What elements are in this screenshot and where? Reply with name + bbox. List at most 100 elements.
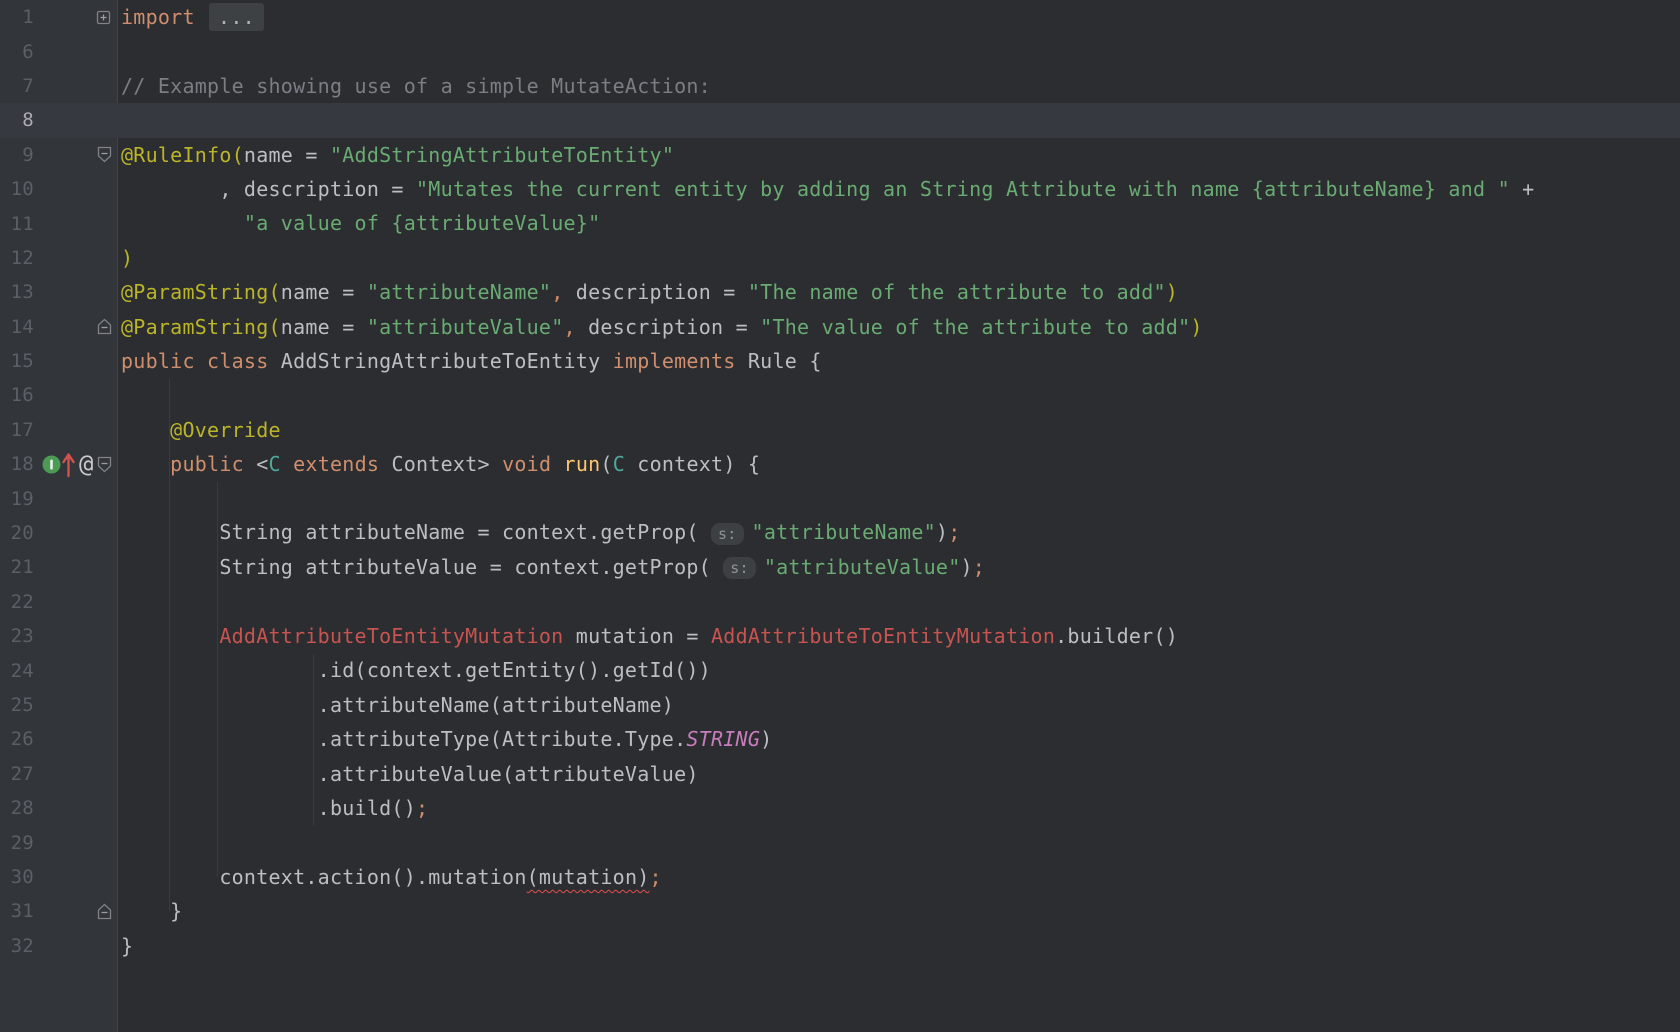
code-line[interactable]: 32} <box>0 929 1680 963</box>
code-line[interactable]: 20 String attributeName = context.getPro… <box>0 516 1680 550</box>
code-line[interactable]: 30 context.action().mutation(mutation); <box>0 860 1680 894</box>
line-number[interactable]: 9 <box>0 144 34 166</box>
code-text[interactable]: String attributeName = context.getProp( … <box>119 515 961 551</box>
line-number[interactable]: 23 <box>0 625 34 647</box>
code-line[interactable]: 28 .build(); <box>0 791 1680 825</box>
gutter[interactable]: 19 <box>0 481 119 515</box>
line-number[interactable]: 6 <box>0 41 34 63</box>
code-text[interactable]: .attributeName(attributeName) <box>119 688 674 722</box>
gutter[interactable]: 25 <box>0 688 119 722</box>
line-number[interactable]: 22 <box>0 591 34 613</box>
annotation-at-icon[interactable]: @ <box>79 452 93 476</box>
code-line[interactable]: 26 .attributeType(Attribute.Type.STRING) <box>0 722 1680 756</box>
code-line[interactable]: 10 , description = "Mutates the current … <box>0 172 1680 206</box>
line-number[interactable]: 1 <box>0 6 34 28</box>
line-number[interactable]: 16 <box>0 384 34 406</box>
gutter[interactable]: 16 <box>0 378 119 412</box>
line-number[interactable]: 15 <box>0 350 34 372</box>
fold-end-icon[interactable] <box>96 902 113 921</box>
code-text[interactable]: context.action().mutation(mutation); <box>119 860 662 894</box>
code-line[interactable]: 19 <box>0 481 1680 515</box>
gutter[interactable]: 12 <box>0 241 119 275</box>
line-number[interactable]: 26 <box>0 728 34 750</box>
gutter[interactable]: 15 <box>0 344 119 378</box>
line-number[interactable]: 13 <box>0 281 34 303</box>
code-text[interactable]: @ParamString(name = "attributeName", des… <box>119 275 1178 309</box>
line-number[interactable]: 14 <box>0 316 34 338</box>
gutter[interactable]: 24 <box>0 653 119 687</box>
fold-end-icon[interactable] <box>96 317 113 336</box>
fold-expand-icon[interactable] <box>96 10 111 25</box>
code-line[interactable]: 25 .attributeName(attributeName) <box>0 688 1680 722</box>
gutter[interactable]: 10 <box>0 172 119 206</box>
code-text[interactable]: "a value of {attributeValue}" <box>119 206 600 240</box>
code-line[interactable]: 22 <box>0 585 1680 619</box>
line-number[interactable]: 31 <box>0 900 34 922</box>
code-lines[interactable]: 1 import ... 6 7 // Example showing use of a… <box>0 0 1680 1032</box>
line-number[interactable]: 12 <box>0 247 34 269</box>
gutter[interactable]: 29 <box>0 825 119 859</box>
line-number[interactable]: 27 <box>0 763 34 785</box>
fold-start-icon[interactable] <box>96 455 113 474</box>
line-number[interactable]: 11 <box>0 213 34 235</box>
code-text[interactable]: .id(context.getEntity().getId()) <box>119 653 711 687</box>
gutter[interactable]: 18 @ <box>0 447 119 481</box>
gutter[interactable]: 7 <box>0 69 119 103</box>
gutter[interactable]: 17 <box>0 413 119 447</box>
code-text[interactable]: import ... <box>119 0 264 34</box>
line-number[interactable]: 29 <box>0 832 34 854</box>
code-line[interactable]: 18 @ public <C extends Context> void run(… <box>0 447 1680 481</box>
line-number[interactable]: 8 <box>0 109 34 131</box>
gutter[interactable]: 31 <box>0 894 119 928</box>
line-number[interactable]: 10 <box>0 178 34 200</box>
line-number[interactable]: 30 <box>0 866 34 888</box>
code-text[interactable]: .attributeValue(attributeValue) <box>119 757 699 791</box>
gutter[interactable]: 20 <box>0 516 119 550</box>
code-line[interactable]: 31 } <box>0 894 1680 928</box>
code-line[interactable]: 13 @ParamString(name = "attributeName", d… <box>0 275 1680 309</box>
gutter[interactable]: 23 <box>0 619 119 653</box>
code-line[interactable]: 9 @RuleInfo(name = "AddStringAttributeToE… <box>0 138 1680 172</box>
code-line[interactable]: 21 String attributeValue = context.getPr… <box>0 550 1680 584</box>
line-number[interactable]: 7 <box>0 75 34 97</box>
gutter[interactable]: 8 <box>0 103 119 137</box>
code-text[interactable]: @Override <box>119 413 281 447</box>
code-text[interactable]: String attributeValue = context.getProp(… <box>119 550 985 586</box>
line-number[interactable]: 18 <box>0 453 34 475</box>
code-text[interactable]: } <box>119 894 182 928</box>
line-number[interactable]: 19 <box>0 488 34 510</box>
gutter[interactable]: 27 <box>0 757 119 791</box>
code-line[interactable]: 23 AddAttributeToEntityMutation mutation… <box>0 619 1680 653</box>
code-text[interactable]: } <box>119 929 133 963</box>
code-line[interactable]: 17 @Override <box>0 413 1680 447</box>
line-number[interactable]: 28 <box>0 797 34 819</box>
gutter[interactable]: 32 <box>0 929 119 963</box>
code-line[interactable]: 27 .attributeValue(attributeValue) <box>0 757 1680 791</box>
gutter[interactable]: 30 <box>0 860 119 894</box>
code-line[interactable]: 29 <box>0 825 1680 859</box>
code-text[interactable]: .build(); <box>119 791 428 825</box>
code-line[interactable]: 14 @ParamString(name = "attributeValue", … <box>0 310 1680 344</box>
gutter[interactable]: 14 <box>0 310 119 344</box>
code-text[interactable]: @ParamString(name = "attributeValue", de… <box>119 310 1203 344</box>
code-line[interactable]: 1 import ... <box>0 0 1680 34</box>
line-number[interactable]: 24 <box>0 660 34 682</box>
code-text[interactable]: // Example showing use of a simple Mutat… <box>119 69 711 103</box>
code-text[interactable]: .attributeType(Attribute.Type.STRING) <box>119 722 772 756</box>
gutter[interactable]: 13 <box>0 275 119 309</box>
gutter[interactable]: 9 <box>0 138 119 172</box>
code-text[interactable]: public class AddStringAttributeToEntity … <box>119 344 822 378</box>
code-line[interactable]: 15 public class AddStringAttributeToEntit… <box>0 344 1680 378</box>
gutter[interactable]: 21 <box>0 550 119 584</box>
folded-code-chip[interactable]: ... <box>209 3 264 31</box>
code-line[interactable]: 24 .id(context.getEntity().getId()) <box>0 653 1680 687</box>
line-number[interactable]: 20 <box>0 522 34 544</box>
gutter[interactable]: 26 <box>0 722 119 756</box>
override-up-arrow-icon[interactable] <box>62 450 75 478</box>
code-line[interactable]: 16 <box>0 378 1680 412</box>
code-text[interactable]: public <C extends Context> void run(C co… <box>119 447 760 481</box>
line-number[interactable]: 21 <box>0 556 34 578</box>
code-line-current[interactable]: 8 <box>0 103 1680 137</box>
code-editor[interactable]: 1 import ... 6 7 // Example showing use of a… <box>0 0 1680 1032</box>
code-text[interactable]: @RuleInfo(name = "AddStringAttributeToEn… <box>119 138 674 172</box>
